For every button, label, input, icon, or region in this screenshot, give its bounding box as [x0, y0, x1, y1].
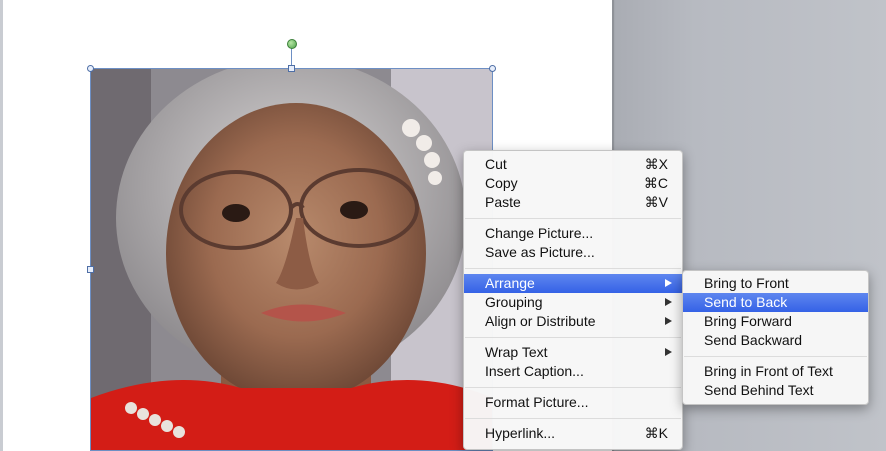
menu-item-label: Save as Picture... [485, 244, 595, 260]
menu-item-cut[interactable]: Cut ⌘X [464, 155, 682, 174]
menu-separator [465, 337, 681, 338]
selected-picture[interactable] [91, 68, 493, 451]
menu-separator [465, 418, 681, 419]
menu-separator [465, 218, 681, 219]
menu-item-label: Wrap Text [485, 344, 548, 360]
menu-item-label: Insert Caption... [485, 363, 584, 379]
resize-handle-left[interactable] [87, 266, 94, 273]
menu-item-label: Grouping [485, 294, 543, 310]
menu-item-arrange[interactable]: Arrange [464, 274, 682, 293]
menu-separator [684, 356, 867, 357]
menu-item-shortcut: ⌘C [643, 175, 668, 191]
resize-handle-top[interactable] [288, 65, 295, 72]
menu-item-shortcut: ⌘V [644, 194, 668, 210]
menu-item-wrap-text[interactable]: Wrap Text [464, 343, 682, 362]
menu-item-shortcut: ⌘K [644, 425, 668, 441]
menu-item-label: Copy [485, 175, 518, 191]
menu-item-save-as-picture[interactable]: Save as Picture... [464, 243, 682, 262]
menu-item-grouping[interactable]: Grouping [464, 293, 682, 312]
portrait-photo [91, 68, 493, 451]
menu-item-label: Bring Forward [704, 313, 792, 329]
menu-item-bring-in-front-of-text[interactable]: Bring in Front of Text [683, 362, 868, 381]
menu-item-change-picture[interactable]: Change Picture... [464, 224, 682, 243]
menu-item-bring-forward[interactable]: Bring Forward [683, 312, 868, 331]
menu-separator [465, 268, 681, 269]
page-left-strip [0, 0, 3, 451]
menu-item-send-backward[interactable]: Send Backward [683, 331, 868, 350]
menu-item-label: Arrange [485, 275, 535, 291]
menu-item-label: Cut [485, 156, 507, 172]
arrange-submenu: Bring to Front Send to Back Bring Forwar… [682, 270, 869, 405]
menu-item-shortcut: ⌘X [644, 156, 668, 172]
menu-item-label: Send Behind Text [704, 382, 814, 398]
context-menu: Cut ⌘X Copy ⌘C Paste ⌘V Change Picture..… [463, 150, 683, 450]
resize-handle-top-right[interactable] [489, 65, 496, 72]
resize-handle-top-left[interactable] [87, 65, 94, 72]
menu-item-label: Hyperlink... [485, 425, 556, 441]
menu-item-format-picture[interactable]: Format Picture... [464, 393, 682, 412]
submenu-arrow-icon [665, 317, 672, 325]
menu-item-label: Change Picture... [485, 225, 594, 241]
menu-item-send-behind-text[interactable]: Send Behind Text [683, 381, 868, 400]
menu-item-label: Bring in Front of Text [704, 363, 833, 379]
menu-item-copy[interactable]: Copy ⌘C [464, 174, 682, 193]
menu-item-label: Format Picture... [485, 394, 589, 410]
submenu-arrow-icon [665, 298, 672, 306]
menu-item-bring-to-front[interactable]: Bring to Front [683, 274, 868, 293]
menu-item-label: Bring to Front [704, 275, 789, 291]
submenu-arrow-icon [665, 348, 672, 356]
menu-item-label: Send Backward [704, 332, 803, 348]
menu-item-send-to-back[interactable]: Send to Back [683, 293, 868, 312]
menu-item-paste[interactable]: Paste ⌘V [464, 193, 682, 212]
menu-item-label: Paste [485, 194, 521, 210]
menu-item-insert-caption[interactable]: Insert Caption... [464, 362, 682, 381]
menu-item-label: Send to Back [704, 294, 788, 310]
menu-separator [465, 387, 681, 388]
menu-item-label: Align or Distribute [485, 313, 596, 329]
menu-item-hyperlink[interactable]: Hyperlink... ⌘K [464, 424, 682, 443]
menu-item-align-distribute[interactable]: Align or Distribute [464, 312, 682, 331]
rotation-handle[interactable] [287, 39, 297, 49]
submenu-arrow-icon [665, 279, 672, 287]
